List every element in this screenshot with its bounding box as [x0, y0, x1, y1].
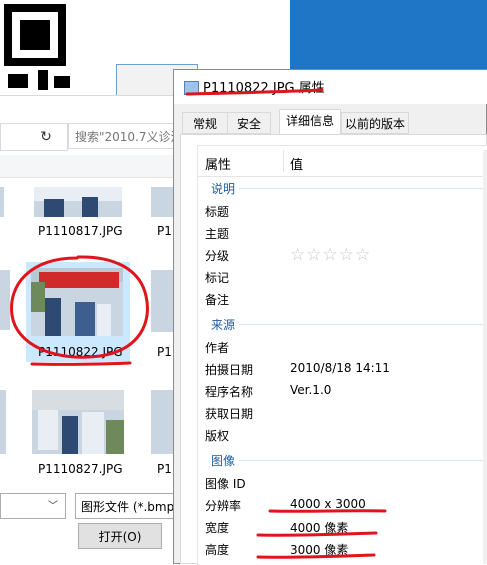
annotation-layer	[10, 88, 387, 559]
annotation-underline	[256, 531, 378, 537]
annotation-underline	[185, 88, 324, 96]
annotation-underline	[268, 509, 387, 513]
annotation-underline	[256, 553, 376, 559]
annotation-underline	[30, 361, 132, 366]
annotation-ellipse	[10, 255, 149, 359]
